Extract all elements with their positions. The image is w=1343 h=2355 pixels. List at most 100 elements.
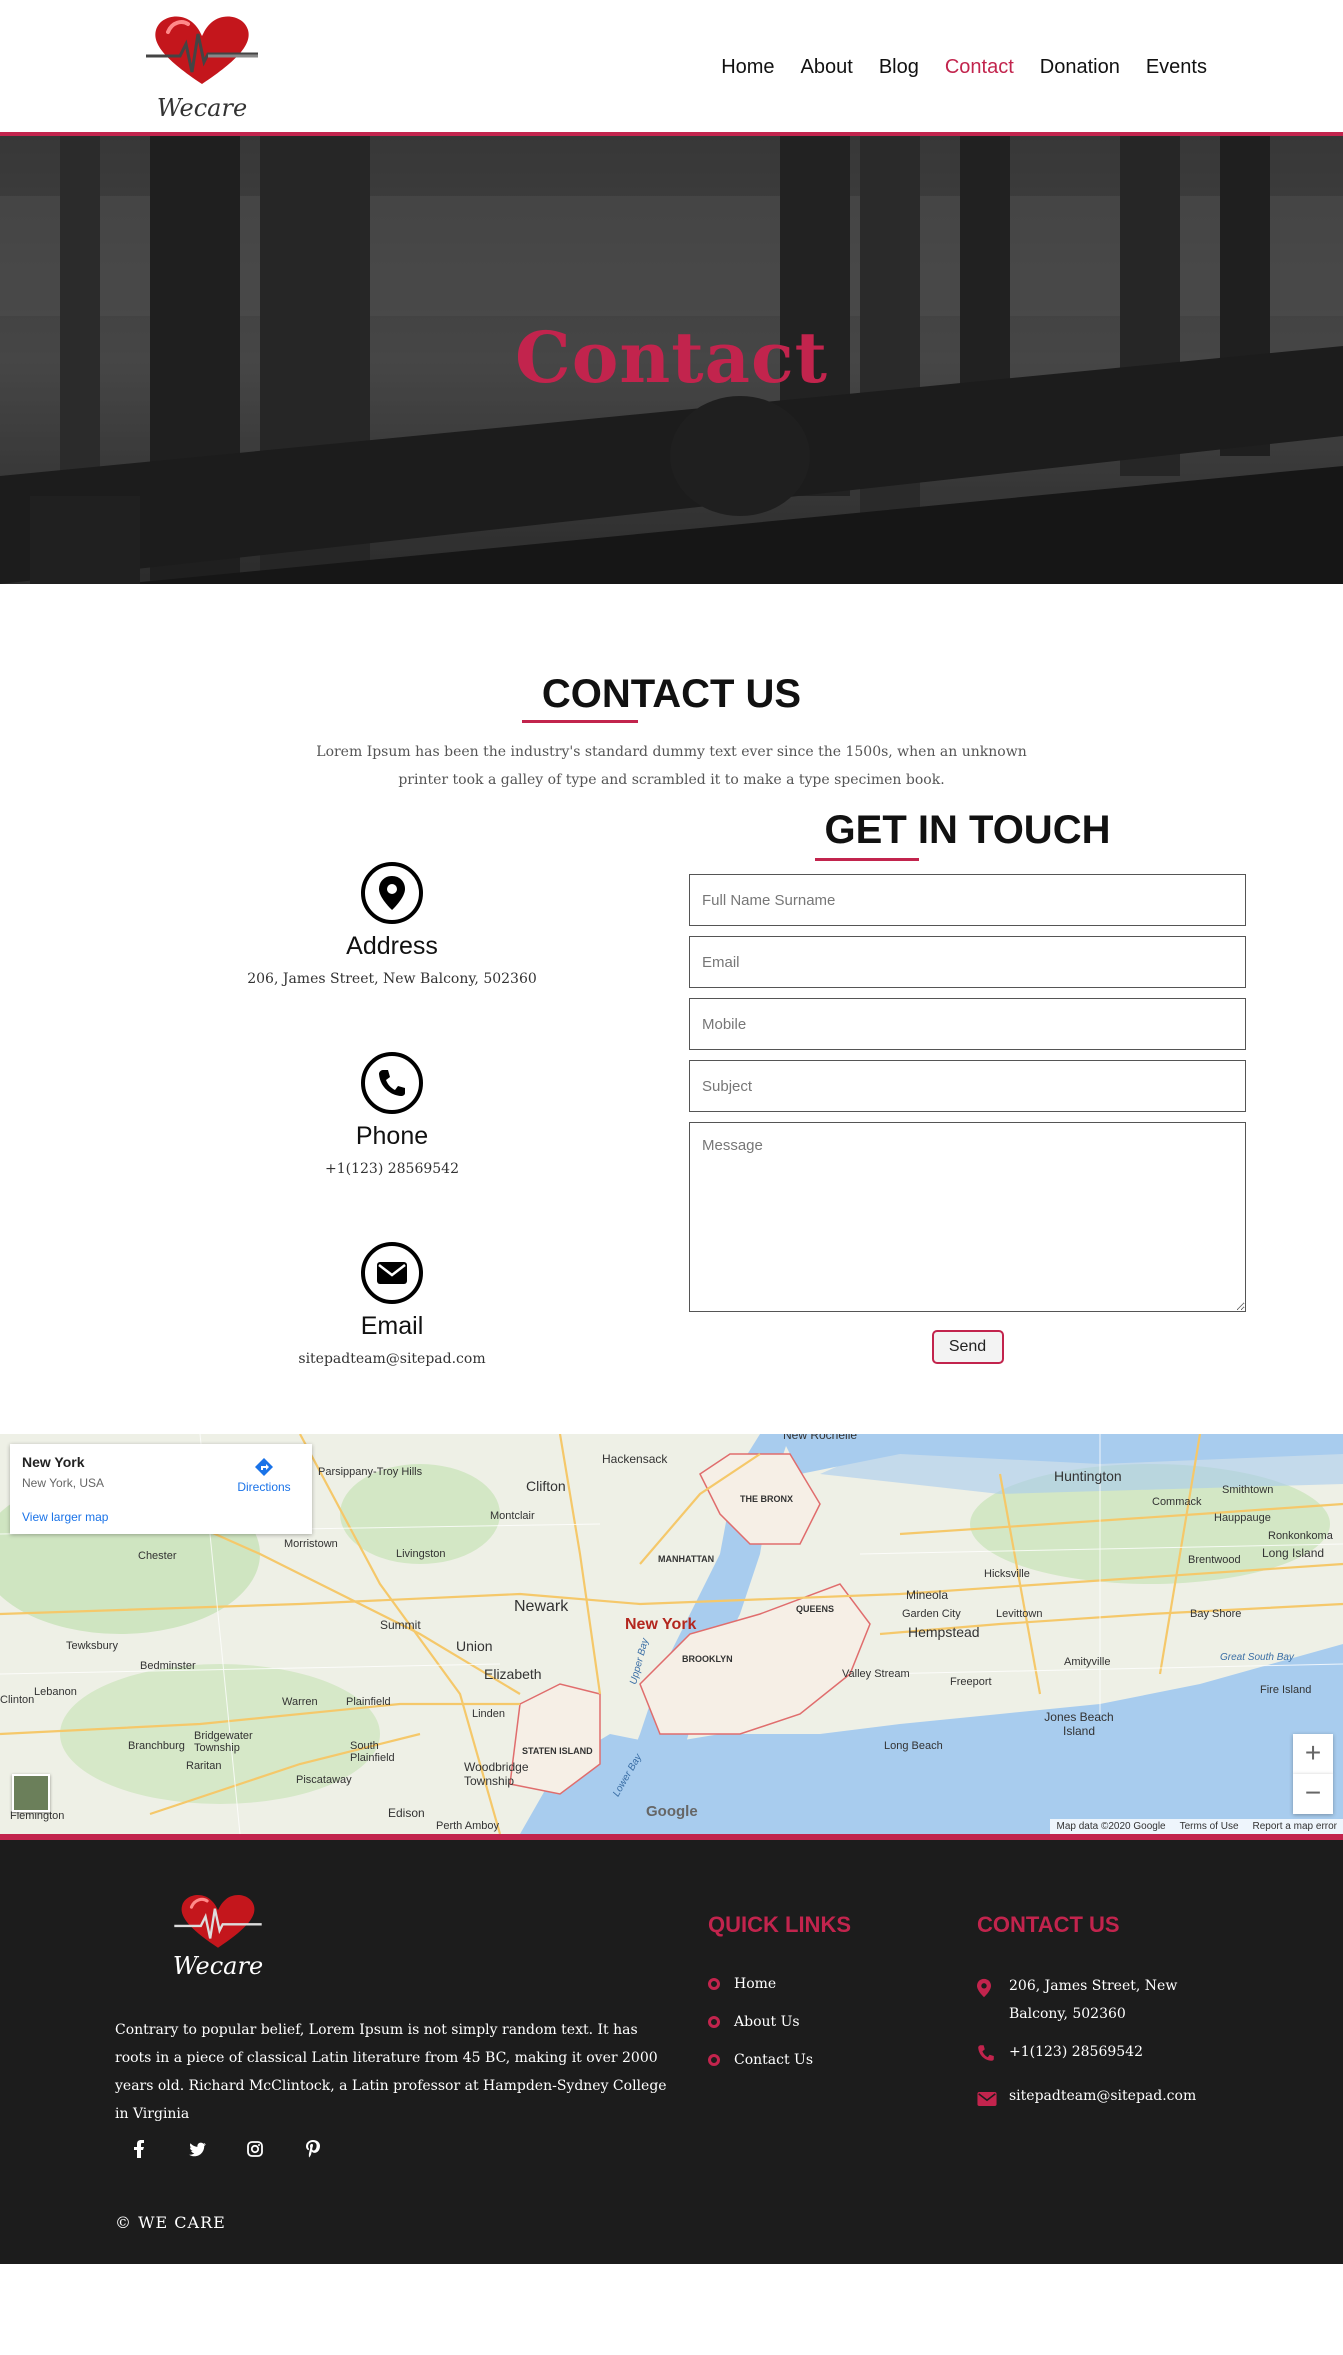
map-label: Parsippany-Troy Hills — [318, 1466, 423, 1478]
map-label: Plainfield — [346, 1696, 391, 1708]
nav-blog[interactable]: Blog — [879, 56, 919, 79]
terms-of-use-link[interactable]: Terms of Use — [1180, 1821, 1239, 1832]
map-city-label: New York — [625, 1616, 697, 1633]
map-label: South Plainfield — [350, 1740, 395, 1764]
map-label: Union — [456, 1638, 493, 1654]
map-label: Ronkonkoma — [1268, 1530, 1333, 1542]
map-label: Piscataway — [296, 1774, 352, 1786]
footer-email: sitepadteam@sitepad.com — [977, 2082, 1237, 2116]
satellite-toggle-thumbnail[interactable] — [12, 1774, 50, 1812]
footer-contact-list: 206, James Street, New Balcony, 502360 +… — [977, 1972, 1237, 2126]
map-data-credit: Map data ©2020 Google — [1056, 1821, 1166, 1832]
map-place-card: New York New York, USA View larger map D… — [10, 1444, 312, 1534]
footer-email-value: sitepadteam@sitepad.com — [1009, 2088, 1197, 2104]
copyright-text: © WE CARE — [115, 2213, 226, 2232]
pinterest-icon[interactable] — [304, 2140, 322, 2158]
site-footer: Wecare Contrary to popular belief, Lorem… — [0, 1834, 1343, 2264]
map-label: Commack — [1152, 1496, 1202, 1508]
map-label: BROOKLYN — [682, 1654, 733, 1664]
map-label: Brentwood — [1188, 1554, 1241, 1566]
map-label: Smithtown — [1222, 1484, 1274, 1496]
map-label: Branchburg — [128, 1740, 185, 1752]
instagram-icon[interactable] — [246, 2140, 264, 2158]
map-label: Montclair — [490, 1510, 535, 1522]
mobile-input[interactable] — [689, 998, 1246, 1050]
nav-contact[interactable]: Contact — [945, 56, 1014, 79]
map-label: Jones Beach Island — [1044, 1710, 1114, 1738]
quick-links-title: QUICK LINKS — [708, 1912, 851, 1937]
address-value: 206, James Street, New Balcony, 502360 — [247, 971, 537, 987]
directions-icon — [255, 1458, 273, 1476]
circle-bullet-icon — [708, 2054, 720, 2066]
map-label: Clifton — [526, 1478, 566, 1494]
contact-us-heading: CONTACT US — [0, 672, 1343, 726]
map-label: THE BRONX — [740, 1494, 794, 1504]
footer-phone-value: +1(123) 28569542 — [1009, 2044, 1143, 2060]
quick-link-home[interactable]: Home — [708, 1975, 813, 1993]
circle-bullet-icon — [708, 2016, 720, 2028]
quick-link-about[interactable]: About Us — [708, 2013, 813, 2031]
full-name-input[interactable] — [689, 874, 1246, 926]
map-label: Bedminster — [140, 1660, 196, 1672]
report-map-error-link[interactable]: Report a map error — [1253, 1821, 1337, 1832]
phone-value: +1(123) 28569542 — [325, 1161, 459, 1177]
contact-info-list: Address 206, James Street, New Balcony, … — [192, 862, 592, 1432]
message-textarea[interactable] — [689, 1122, 1246, 1312]
footer-logo[interactable]: Wecare — [168, 1890, 268, 1980]
nav-events[interactable]: Events — [1146, 56, 1207, 79]
get-in-touch-title: GET IN TOUCH — [824, 808, 1111, 852]
phone-item: Phone +1(123) 28569542 — [192, 1052, 592, 1242]
facebook-icon[interactable] — [130, 2140, 148, 2158]
map-label: Bridgewater Township — [194, 1730, 253, 1754]
heart-logo-icon — [174, 1895, 262, 1948]
map-label: Hempstead — [908, 1624, 980, 1640]
footer-contact-title: CONTACT US — [977, 1912, 1120, 1937]
email-input[interactable] — [689, 936, 1246, 988]
footer-address: 206, James Street, New Balcony, 502360 — [977, 1972, 1237, 2028]
phone-icon — [977, 2038, 995, 2072]
map-label: Mineola — [906, 1588, 949, 1602]
nav-about[interactable]: About — [801, 56, 853, 79]
subject-input[interactable] — [689, 1060, 1246, 1112]
map-label: Freeport — [950, 1676, 992, 1688]
map-label: Huntington — [1054, 1468, 1122, 1484]
contact-lead-text: Lorem Ipsum has been the industry's stan… — [316, 744, 1027, 788]
map-label: Hicksville — [984, 1568, 1030, 1580]
map-label: Linden — [472, 1708, 506, 1720]
map-label: Long Island — [1262, 1546, 1325, 1560]
map-label: MANHATTAN — [658, 1554, 715, 1564]
nav-donation[interactable]: Donation — [1040, 56, 1120, 79]
zoom-in-button[interactable]: + — [1293, 1734, 1333, 1774]
footer-logo-text: Wecare — [172, 1952, 264, 1980]
map-label: Tewksbury — [66, 1640, 118, 1652]
google-map[interactable]: New Rochelle Hackensack Parsippany-Troy … — [0, 1434, 1343, 1834]
quick-link-contact[interactable]: Contact Us — [708, 2051, 813, 2069]
zoom-out-button[interactable]: − — [1293, 1774, 1333, 1814]
phone-label: Phone — [355, 1122, 429, 1150]
heading-underline — [522, 720, 638, 723]
footer-address-value: 206, James Street, New Balcony, 502360 — [1009, 1978, 1178, 2022]
view-larger-map-link[interactable]: View larger map — [22, 1510, 108, 1524]
map-label: Lebanon — [34, 1686, 77, 1698]
twitter-icon[interactable] — [188, 2140, 206, 2158]
map-label: Woodbridge Township — [464, 1760, 529, 1788]
google-logo: Google — [646, 1803, 698, 1820]
map-label: Summit — [380, 1618, 421, 1632]
quick-link-label: About Us — [734, 2014, 800, 2030]
site-logo[interactable]: Wecare — [146, 10, 258, 122]
map-label: QUEENS — [796, 1604, 835, 1614]
contact-us-title: CONTACT US — [541, 672, 802, 716]
email-value: sitepadteam@sitepad.com — [298, 1351, 486, 1367]
map-label: Livingston — [396, 1548, 446, 1560]
nav-home[interactable]: Home — [721, 56, 774, 79]
map-label: Morristown — [284, 1538, 338, 1550]
send-button[interactable]: Send — [931, 1330, 1004, 1364]
map-label: Great South Bay — [1220, 1652, 1294, 1663]
map-label: Garden City — [902, 1608, 961, 1620]
email-item: Email sitepadteam@sitepad.com — [192, 1242, 592, 1432]
circle-bullet-icon — [708, 1978, 720, 1990]
email-label: Email — [360, 1312, 424, 1340]
directions-button[interactable]: Directions — [234, 1456, 294, 1494]
hero-banner: Contact — [0, 136, 1343, 584]
address-label: Address — [346, 932, 438, 960]
